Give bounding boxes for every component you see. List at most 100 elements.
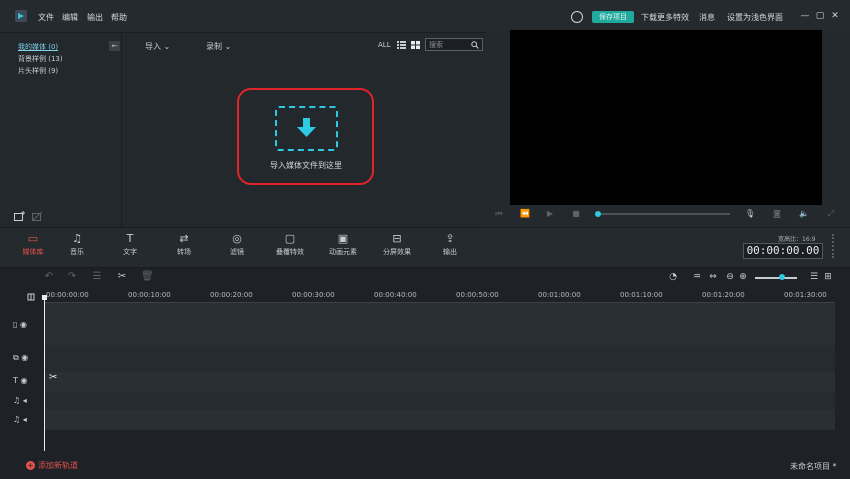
- ruler-tick-label: 00:00:20:00: [210, 291, 253, 299]
- grid-layout-icon[interactable]: ⊞: [822, 271, 834, 283]
- fullscreen-icon[interactable]: ⤢: [826, 209, 836, 219]
- audio-track-2[interactable]: [44, 410, 835, 430]
- search-box: [425, 38, 483, 51]
- export-icon: ⇪: [445, 232, 455, 245]
- settings-list-icon[interactable]: ☰: [91, 271, 103, 283]
- zoom-slider-track[interactable]: [755, 277, 797, 279]
- timecode-display: 00:00:00.00: [743, 243, 823, 259]
- list-view-icon[interactable]: [397, 41, 406, 49]
- menu-edit[interactable]: 编辑: [62, 12, 78, 23]
- video-track-icon: ▯: [13, 320, 18, 329]
- toolbar-grip[interactable]: [832, 234, 836, 258]
- audio-mixer-icon[interactable]: ♒: [691, 271, 703, 283]
- tool-label: 音乐: [70, 248, 84, 256]
- tool-label: 转场: [177, 248, 191, 256]
- microphone-icon[interactable]: 🎙: [745, 209, 755, 219]
- close-icon[interactable]: ✕: [829, 10, 841, 22]
- grid-view-icon[interactable]: [411, 41, 420, 49]
- folder-icon: ▭: [27, 232, 39, 245]
- render-preview-icon[interactable]: ◔: [667, 271, 679, 283]
- eye-icon[interactable]: ◉: [20, 320, 27, 329]
- search-icon[interactable]: [471, 41, 479, 49]
- tool-animation[interactable]: ▣ 动画元素: [323, 232, 363, 257]
- step-back-icon[interactable]: ⏪: [520, 209, 530, 219]
- add-folder-icon[interactable]: [14, 211, 25, 221]
- music-icon: ♫: [72, 232, 82, 245]
- tool-text[interactable]: T 文字: [110, 232, 150, 257]
- filter-all-label[interactable]: ALL: [378, 41, 391, 49]
- tool-filter[interactable]: ◎ 滤镜: [217, 232, 257, 257]
- audio-track-icon: ♫: [13, 396, 21, 405]
- messages-link[interactable]: 消息: [699, 12, 715, 23]
- cut-icon[interactable]: ✂: [116, 271, 128, 283]
- speaker-icon[interactable]: ◂: [23, 415, 27, 424]
- zoom-out-icon[interactable]: ⊖: [724, 271, 736, 283]
- import-dropzone[interactable]: [275, 106, 338, 151]
- light-theme-link[interactable]: 设置为浅色界面: [727, 12, 783, 23]
- maximize-icon[interactable]: ▢: [814, 10, 826, 22]
- preview-screen[interactable]: [510, 30, 822, 205]
- list-menu-icon[interactable]: ☰: [808, 271, 820, 283]
- ruler-tick-label: 00:00:40:00: [374, 291, 417, 299]
- user-account-icon[interactable]: [571, 11, 583, 23]
- menu-file[interactable]: 文件: [38, 12, 54, 23]
- menu-help[interactable]: 帮助: [111, 12, 127, 23]
- skip-back-icon[interactable]: ⏮: [494, 209, 504, 219]
- fit-timeline-icon[interactable]: ⇔: [707, 271, 719, 283]
- tree-item-my-media[interactable]: 我的媒体 (0): [18, 42, 58, 52]
- minimize-icon[interactable]: —: [799, 10, 811, 22]
- collapse-sidebar-button[interactable]: ←: [109, 41, 120, 51]
- audio-track-icon: ♫: [13, 415, 21, 424]
- tool-music[interactable]: ♫ 音乐: [57, 232, 97, 257]
- import-dropdown[interactable]: 导入 ⌄: [145, 41, 170, 52]
- preview-progress-knob[interactable]: [595, 211, 601, 217]
- chevron-down-icon: ⌄: [224, 42, 232, 51]
- stop-icon[interactable]: ■: [571, 209, 581, 219]
- tool-folder[interactable]: ▭ 媒体库: [13, 232, 53, 257]
- video-track-2-controls: ⧉ ◉: [13, 353, 44, 363]
- zoom-in-icon[interactable]: ⊕: [737, 271, 749, 283]
- zoom-slider-knob[interactable]: [779, 274, 785, 280]
- eye-icon[interactable]: ◉: [21, 353, 28, 362]
- play-icon[interactable]: ▶: [545, 209, 555, 219]
- tool-label: 分屏效果: [383, 248, 411, 256]
- volume-icon[interactable]: 🔈: [799, 209, 809, 219]
- tool-export[interactable]: ⇪ 输出: [430, 232, 470, 257]
- snapshot-icon[interactable]: ◙: [772, 209, 782, 219]
- text-track[interactable]: [44, 372, 835, 392]
- tool-transition[interactable]: ⇄ 转场: [164, 232, 204, 257]
- video-track-1[interactable]: [44, 303, 835, 345]
- save-project-button[interactable]: 保存项目: [592, 11, 634, 23]
- preview-progress-track[interactable]: [597, 213, 730, 215]
- text-icon: T: [126, 232, 134, 245]
- undo-icon[interactable]: ↶: [43, 271, 55, 283]
- tool-overlay[interactable]: ▢ 叠覆特效: [270, 232, 310, 257]
- app-logo-icon: [14, 9, 28, 23]
- aspect-ratio-label: 宽高比：16:9: [778, 236, 816, 243]
- ruler-tick-label: 00:01:10:00: [620, 291, 663, 299]
- tool-split-screen[interactable]: ⊟ 分屏效果: [377, 232, 417, 257]
- tree-item-background-samples[interactable]: 背景样例 (13): [18, 54, 63, 64]
- speaker-icon[interactable]: ◂: [23, 396, 27, 405]
- video-track-2[interactable]: [44, 345, 835, 372]
- split-screen-icon: ⊟: [392, 232, 402, 245]
- snap-icon[interactable]: [27, 293, 35, 301]
- add-track-button[interactable]: + 添加新轨道: [26, 460, 78, 471]
- ruler-tick-label: 00:01:00:00: [538, 291, 581, 299]
- redo-icon[interactable]: ↷: [66, 271, 78, 283]
- audio-track-1[interactable]: [44, 392, 835, 410]
- chevron-down-icon: ⌄: [163, 42, 171, 51]
- delete-icon[interactable]: 🗑: [141, 271, 154, 283]
- scissor-cursor-icon: ✂: [49, 372, 58, 383]
- playhead-handle[interactable]: [42, 295, 47, 300]
- download-effects-link[interactable]: 下载更多特效: [641, 12, 689, 23]
- search-input[interactable]: [429, 40, 473, 50]
- playhead[interactable]: [44, 296, 45, 451]
- record-dropdown[interactable]: 录制 ⌄: [206, 41, 231, 52]
- tree-item-intro-samples[interactable]: 片头样例 (9): [18, 66, 58, 76]
- eye-icon[interactable]: ◉: [20, 376, 27, 385]
- import-label: 导入: [145, 42, 161, 51]
- menu-export[interactable]: 输出: [87, 12, 103, 23]
- remove-folder-icon[interactable]: [32, 211, 43, 221]
- ruler-tick-label: 00:01:30:00: [784, 291, 827, 299]
